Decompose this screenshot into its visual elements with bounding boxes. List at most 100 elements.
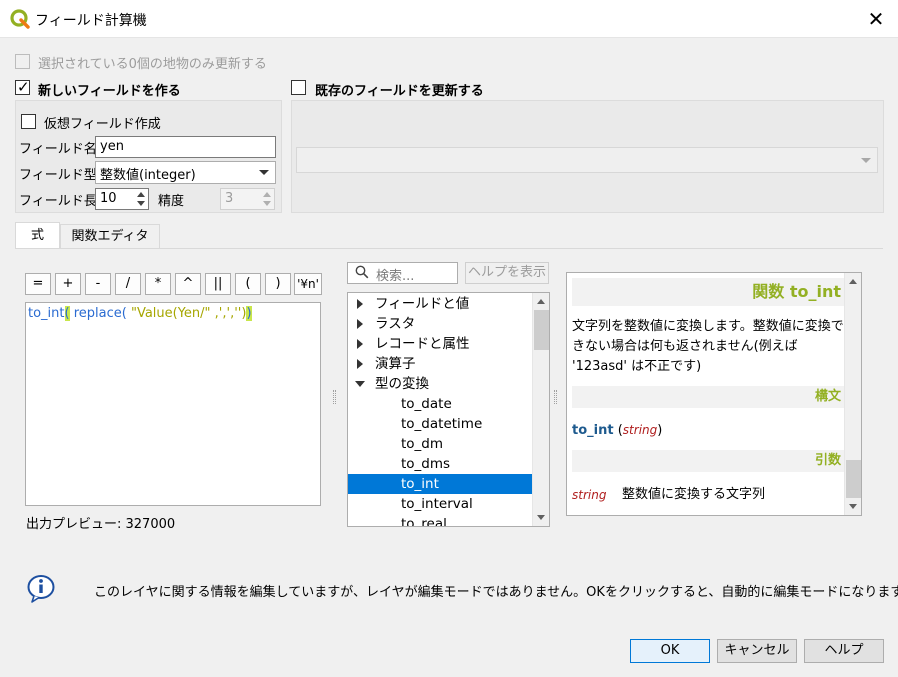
field-name-label: フィールド名 — [19, 142, 97, 157]
function-tree[interactable]: フィールドと値 ラスタ レコードと属性 演算子 型の変換 to_date to_… — [347, 292, 550, 527]
expr-string: "Value(Yen/" — [126, 306, 211, 321]
tree-item-to-dms[interactable]: to_dms — [348, 454, 532, 474]
update-existing-checkbox[interactable] — [291, 80, 306, 95]
tree-group-operators[interactable]: 演算子 — [348, 354, 532, 374]
operator-concat-button[interactable]: || — [205, 273, 231, 295]
update-existing-label: 既存のフィールドを更新する — [315, 84, 484, 99]
chevron-right-icon[interactable] — [357, 299, 363, 309]
splitter-handle[interactable] — [333, 390, 336, 404]
close-icon[interactable]: ✕ — [863, 6, 889, 32]
tab-function-editor[interactable]: 関数エディタ — [60, 224, 160, 249]
window-title: フィールド計算機 — [35, 13, 147, 29]
field-length-value: 10 — [100, 191, 117, 206]
create-new-field-checkbox[interactable] — [15, 78, 30, 96]
tree-group-label: 型の変換 — [375, 376, 429, 392]
info-icon — [27, 575, 55, 603]
spin-down-icon[interactable] — [137, 201, 145, 206]
tree-scrollbar[interactable] — [532, 293, 549, 526]
tree-item-to-interval[interactable]: to_interval — [348, 494, 532, 514]
splitter-handle[interactable] — [554, 390, 557, 404]
help-syntax: to_int (string) — [572, 423, 663, 438]
scroll-down-icon[interactable] — [537, 515, 545, 520]
operator-divide-button[interactable]: / — [115, 273, 141, 295]
precision-label: 精度 — [158, 194, 185, 209]
tab-expression[interactable]: 式 — [15, 222, 60, 249]
precision-value: 3 — [225, 191, 234, 206]
tree-group-label: ラスタ — [375, 316, 416, 332]
spin-up-icon[interactable] — [263, 192, 271, 197]
tree-item-to-dm[interactable]: to_dm — [348, 434, 532, 454]
tree-group-label: レコードと属性 — [375, 336, 470, 352]
field-name-input[interactable]: yen — [95, 136, 276, 158]
expr-function: to_int — [28, 306, 65, 321]
operator-newline-button[interactable]: '¥n' — [294, 273, 322, 295]
field-type-value: 整数値(integer) — [100, 168, 196, 183]
tree-group-conversions[interactable]: 型の変換 — [348, 374, 532, 394]
operator-multiply-button[interactable]: * — [145, 273, 171, 295]
qgis-logo-icon — [10, 9, 30, 29]
chevron-right-icon[interactable] — [357, 359, 363, 369]
spin-up-icon[interactable] — [137, 192, 145, 197]
help-title: 関数 to_int — [572, 278, 845, 306]
existing-field-select[interactable] — [296, 147, 878, 173]
field-type-label: フィールド型 — [19, 168, 97, 183]
operator-close-paren-button[interactable]: ) — [265, 273, 291, 295]
scroll-down-icon[interactable] — [849, 504, 857, 509]
selected-only-label: 選択されている0個の地物のみ更新する — [38, 57, 267, 72]
argument-description: 整数値に変換する文字列 — [622, 487, 766, 502]
info-message: このレイヤに関する情報を編集していますが、レイヤが編集モードではありません。OK… — [94, 585, 898, 600]
function-help-panel: 関数 to_int 文字列を整数値に変換します。整数値に変換できない場合は何も返… — [566, 272, 862, 516]
help-button[interactable]: ヘルプ — [804, 639, 884, 663]
chevron-right-icon[interactable] — [357, 319, 363, 329]
chevron-down-icon[interactable] — [355, 381, 365, 387]
operator-power-button[interactable]: ^ — [175, 273, 201, 295]
tree-item-to-datetime[interactable]: to_datetime — [348, 414, 532, 434]
tree-item-to-real[interactable]: to_real — [348, 514, 532, 526]
operator-equals-button[interactable]: = — [25, 273, 51, 295]
virtual-field-label: 仮想フィールド作成 — [44, 117, 161, 132]
help-description: 文字列を整数値に変換します。整数値に変換できない場合は何も返されません(例えば … — [572, 319, 844, 374]
field-length-label: フィールド長 — [19, 194, 97, 209]
scrollbar-thumb[interactable] — [846, 460, 861, 498]
scroll-up-icon[interactable] — [849, 279, 857, 284]
field-type-select[interactable]: 整数値(integer) — [95, 161, 276, 184]
virtual-field-checkbox[interactable] — [21, 114, 36, 129]
tree-group-label: 演算子 — [375, 356, 416, 372]
cancel-button[interactable]: キャンセル — [717, 639, 797, 663]
argument-name: string — [572, 488, 607, 502]
tree-group-record-attributes[interactable]: レコードと属性 — [348, 334, 532, 354]
help-arguments-heading: 引数 — [572, 450, 845, 472]
ok-button[interactable]: OK — [630, 639, 710, 663]
expr-function: replace( — [69, 306, 127, 321]
spin-down-icon[interactable] — [263, 201, 271, 206]
create-new-field-label: 新しいフィールドを作る — [38, 84, 181, 99]
precision-spinbox[interactable]: 3 — [220, 188, 275, 210]
help-syntax-heading: 構文 — [572, 386, 845, 408]
help-argument-row: string 整数値に変換する文字列 — [572, 485, 845, 506]
chevron-right-icon[interactable] — [357, 339, 363, 349]
syntax-argument: string — [622, 423, 658, 437]
tree-group-raster[interactable]: ラスタ — [348, 314, 532, 334]
tree-item-to-int[interactable]: to_int — [348, 474, 532, 494]
scroll-up-icon[interactable] — [537, 299, 545, 304]
operator-plus-button[interactable]: + — [55, 273, 81, 295]
operator-open-paren-button[interactable]: ( — [235, 273, 261, 295]
expression-editor[interactable]: to_int( replace( "Value(Yen/" ,',','')) — [25, 302, 321, 506]
scrollbar-thumb[interactable] — [534, 310, 549, 350]
selected-only-checkbox[interactable] — [15, 54, 30, 69]
help-scrollbar[interactable] — [844, 273, 861, 515]
output-preview: 出力プレビュー: 327000 — [26, 517, 176, 532]
expr-string: ,',','') — [210, 306, 247, 321]
expr-paren-close: ) — [246, 306, 252, 321]
show-help-button[interactable]: ヘルプを表示 — [465, 262, 549, 284]
syntax-function: to_int — [572, 423, 614, 438]
tree-group-label: フィールドと値 — [375, 296, 470, 312]
tab-divider — [15, 248, 883, 249]
tree-item-to-date[interactable]: to_date — [348, 394, 532, 414]
chevron-down-icon — [861, 158, 871, 163]
search-icon — [355, 265, 369, 279]
tree-group-fields-values[interactable]: フィールドと値 — [348, 294, 532, 314]
field-length-spinbox[interactable]: 10 — [95, 188, 149, 210]
operator-minus-button[interactable]: - — [85, 273, 111, 295]
chevron-down-icon — [259, 170, 269, 175]
